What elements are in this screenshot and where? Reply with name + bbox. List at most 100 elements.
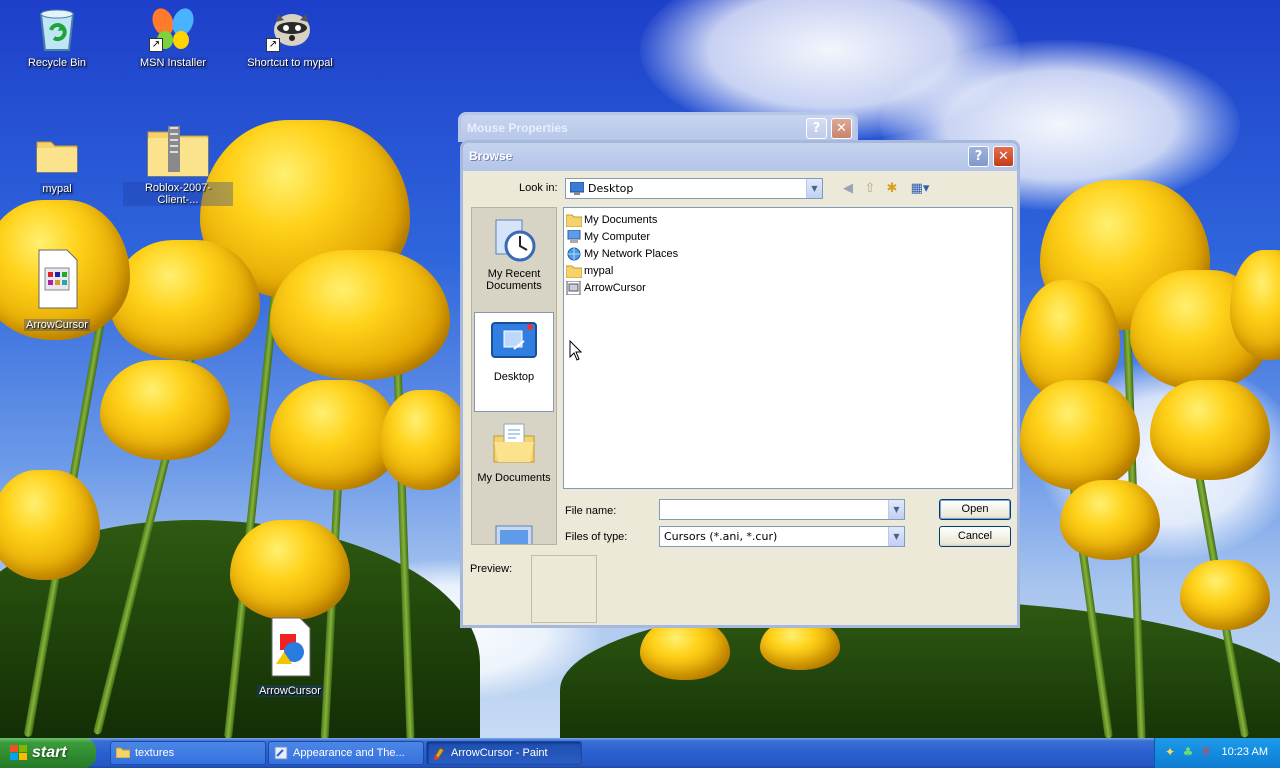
desktop-icon	[569, 181, 585, 195]
look-in-label: Look in:	[519, 182, 558, 194]
close-button[interactable]: ✕	[993, 146, 1014, 167]
msn-butterfly-icon: ↗	[149, 4, 197, 52]
system-tray: ✦ ♣ ⛨ 10:23 AM	[1154, 738, 1280, 768]
desktop-icon-msn-installer[interactable]: ↗ MSN Installer	[123, 4, 223, 69]
tulip-flower	[380, 390, 470, 490]
desktop-icon-roblox-zip[interactable]: Roblox-2007-Client-...	[123, 124, 233, 206]
preview-label: Preview:	[470, 563, 513, 575]
task-label: textures	[135, 747, 175, 759]
tulip-flower	[1060, 480, 1160, 560]
new-folder-icon[interactable]: ✱	[883, 180, 901, 198]
help-button[interactable]: ?	[806, 118, 827, 139]
desktop-icon-label: ArrowCursor	[24, 319, 90, 331]
folder-icon	[565, 264, 583, 278]
raccoon-icon: ↗	[266, 4, 314, 52]
folder-icon	[565, 213, 583, 227]
chevron-down-icon[interactable]: ▼	[888, 500, 904, 519]
cursor-file-icon	[33, 248, 81, 314]
start-label: start	[32, 744, 67, 761]
tulip-flower	[0, 470, 100, 580]
place-label: My Documents	[477, 472, 551, 484]
tulip-flower	[1180, 560, 1270, 630]
place-my-computer[interactable]	[474, 516, 554, 544]
file-name: My Computer	[584, 230, 651, 243]
shortcut-arrow-icon: ↗	[266, 38, 280, 52]
up-folder-icon[interactable]: ⇧	[861, 180, 879, 198]
desktop-icon-label: mypal	[40, 183, 74, 195]
place-label: Desktop	[493, 371, 535, 383]
my-documents-icon	[490, 420, 538, 468]
places-bar: My Recent Documents Desktop My Documents	[471, 207, 557, 545]
view-menu-icon[interactable]: ▦▾	[907, 180, 933, 198]
back-icon[interactable]: ◀	[839, 180, 857, 198]
tulip-flower	[100, 360, 230, 460]
look-in-value: Desktop	[588, 182, 634, 195]
files-of-type-label: Files of type:	[565, 531, 628, 543]
tulip-flower	[270, 250, 450, 380]
folder-icon	[33, 130, 81, 178]
chevron-down-icon[interactable]: ▼	[888, 527, 904, 546]
taskbar-item-textures[interactable]: textures	[110, 741, 266, 765]
desktop-icon-arrowcursor-cursor[interactable]: ArrowCursor	[7, 248, 107, 331]
place-my-documents[interactable]: My Documents	[474, 414, 554, 514]
computer-icon	[566, 229, 582, 244]
tulip-flower	[1020, 380, 1140, 490]
list-item[interactable]: mypal	[565, 262, 1010, 279]
clock: 10:23 AM	[1221, 746, 1268, 758]
tray-app-icon[interactable]: ♣	[1181, 745, 1195, 759]
list-item[interactable]: My Documents	[565, 211, 1010, 228]
taskbar-item-paint[interactable]: ArrowCursor - Paint	[426, 741, 582, 765]
start-button[interactable]: start	[0, 738, 96, 768]
help-button[interactable]: ?	[968, 146, 989, 167]
file-name-label: File name:	[565, 505, 617, 517]
dialog-title: Browse	[469, 149, 513, 163]
desktop-icon-shortcut-to-mypal[interactable]: ↗ Shortcut to mypal	[240, 4, 340, 69]
task-label: Appearance and The...	[293, 747, 405, 759]
desktop-icon-recycle-bin[interactable]: Recycle Bin	[7, 4, 107, 69]
taskbar: start textures Appearance and The... Arr…	[0, 738, 1280, 768]
folder-icon	[115, 746, 131, 760]
mouse-properties-window: Mouse Properties ? ✕	[458, 112, 858, 142]
shortcut-arrow-icon: ↗	[149, 38, 163, 52]
taskbar-item-appearance[interactable]: Appearance and The...	[268, 741, 424, 765]
desktop-icon-arrowcursor-paint[interactable]: ArrowCursor	[240, 616, 340, 697]
list-item[interactable]: ArrowCursor	[566, 279, 1010, 296]
desktop-icon-label: Shortcut to mypal	[245, 57, 335, 69]
close-button[interactable]: ✕	[831, 118, 852, 139]
file-name: My Documents	[584, 213, 658, 226]
open-button[interactable]: Open	[939, 499, 1011, 520]
windows-logo-icon	[10, 745, 28, 761]
paint-icon	[432, 746, 446, 760]
network-status-icon[interactable]: ✦	[1163, 745, 1177, 759]
file-name-input[interactable]: ▼	[659, 499, 905, 520]
desktop-icon-label: Roblox-2007-Client-...	[123, 182, 233, 206]
tulip-flower	[640, 620, 730, 680]
zip-folder-icon	[146, 124, 210, 178]
window-title: Mouse Properties	[467, 121, 568, 135]
place-label: My Recent Documents	[486, 268, 542, 292]
cancel-button[interactable]: Cancel	[939, 526, 1011, 547]
security-shield-icon[interactable]: ⛨	[1199, 745, 1213, 759]
place-desktop[interactable]: Desktop	[474, 312, 554, 412]
tulip-flower	[230, 520, 350, 620]
control-panel-icon	[274, 746, 288, 760]
files-of-type-dropdown[interactable]: Cursors (*.ani, *.cur) ▼	[659, 526, 905, 547]
chevron-down-icon[interactable]: ▼	[806, 179, 822, 198]
file-name: My Network Places	[584, 247, 679, 260]
file-list[interactable]: My Documents My Computer My Network Plac…	[563, 207, 1013, 489]
browse-dialog: Browse ? ✕ Look in: Desktop ▼ ◀ ⇧ ✱ ▦▾ M…	[460, 140, 1020, 628]
file-name: mypal	[584, 264, 614, 277]
desktop-icon-mypal[interactable]: mypal	[7, 130, 107, 195]
desktop-icon-label: MSN Installer	[137, 57, 209, 69]
desktop-icon-label: ArrowCursor	[257, 685, 323, 697]
list-item[interactable]: My Network Places	[566, 245, 1010, 262]
tulip-flower	[1150, 380, 1270, 480]
tulip-flower	[110, 240, 260, 360]
file-name: ArrowCursor	[584, 281, 646, 294]
mouse-pointer-icon	[569, 339, 583, 362]
look-in-dropdown[interactable]: Desktop ▼	[565, 178, 823, 199]
place-recent-documents[interactable]: My Recent Documents	[474, 210, 554, 310]
list-item[interactable]: My Computer	[566, 228, 1010, 245]
cursor-file-icon	[566, 280, 582, 295]
network-icon	[566, 247, 582, 261]
